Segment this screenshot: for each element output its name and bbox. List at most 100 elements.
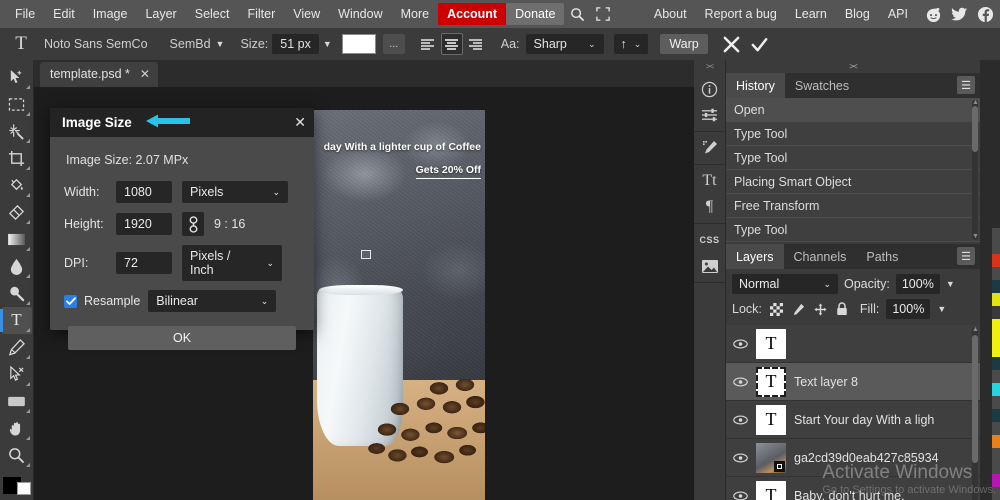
history-item[interactable]: Type Tool: [726, 146, 980, 170]
scroll-down-arrow-icon[interactable]: ▼: [972, 234, 978, 240]
swatch-cell[interactable]: [992, 383, 1000, 396]
layer-thumbnail-text[interactable]: T: [756, 367, 786, 397]
eye-icon[interactable]: [732, 491, 748, 500]
info-icon[interactable]: [696, 76, 724, 102]
menu-item-filter[interactable]: Filter: [238, 3, 284, 25]
width-unit-select[interactable]: Pixels ⌄: [182, 181, 288, 203]
panel-collapse-toggle[interactable]: ><: [726, 60, 980, 73]
font-size-input[interactable]: 51 px: [272, 34, 319, 54]
layer-row[interactable]: T Start Your day With a ligh: [726, 401, 980, 439]
menu-item-select[interactable]: Select: [186, 3, 239, 25]
swatch-cell[interactable]: [992, 396, 1000, 409]
swatch-cell[interactable]: [992, 228, 1000, 241]
layer-thumbnail-text[interactable]: T: [756, 481, 786, 500]
history-item[interactable]: Type Tool: [726, 218, 980, 242]
commit-check-icon[interactable]: [750, 35, 769, 54]
marquee-tool[interactable]: [2, 91, 32, 118]
history-list[interactable]: Open Type Tool Type Tool Placing Smart O…: [726, 98, 980, 242]
image-icon[interactable]: [696, 253, 724, 279]
layer-row[interactable]: T Text layer 8: [726, 363, 980, 401]
dpi-input[interactable]: 72: [116, 252, 172, 274]
swatch-cell[interactable]: [992, 332, 1000, 345]
resample-checkbox[interactable]: [64, 295, 77, 308]
character-icon[interactable]: Tt: [696, 168, 724, 194]
swatch-cell[interactable]: [992, 293, 1000, 306]
fullscreen-icon[interactable]: [590, 3, 616, 25]
scroll-up-arrow-icon[interactable]: ▲: [972, 327, 978, 333]
panel-menu-icon[interactable]: ☰: [957, 247, 975, 265]
move-tool[interactable]: [2, 64, 32, 91]
search-icon[interactable]: [564, 3, 590, 25]
font-weight-selector[interactable]: SemBd ▼: [170, 37, 225, 51]
link-chain-icon[interactable]: [182, 212, 204, 236]
resample-method-select[interactable]: Bilinear ⌄: [148, 290, 276, 312]
magic-wand-tool[interactable]: [2, 118, 32, 145]
layer-name[interactable]: Start Your day With a ligh: [794, 413, 934, 427]
lock-transparency-icon[interactable]: [769, 302, 784, 317]
pen-tool[interactable]: [2, 334, 32, 361]
menu-item-learn[interactable]: Learn: [786, 3, 836, 25]
image-size-dialog[interactable]: Image Size ✕ Image Size: 2.07 MPx Width:…: [50, 108, 314, 330]
swatch-cell[interactable]: [992, 280, 1000, 293]
blur-tool[interactable]: [2, 253, 32, 280]
history-scrollbar-thumb[interactable]: [972, 106, 978, 152]
crop-tool[interactable]: [2, 145, 32, 172]
swatch-cell[interactable]: [992, 422, 1000, 435]
font-family-selector[interactable]: Noto Sans SemCo: [44, 37, 148, 51]
opacity-chevron-down-icon[interactable]: ▼: [946, 279, 955, 289]
menu-item-blog[interactable]: Blog: [836, 3, 879, 25]
antialias-selector[interactable]: Sharp ⌄: [526, 34, 604, 54]
history-scrollbar[interactable]: ▲ ▼: [972, 100, 978, 240]
font-size-chevron-down-icon[interactable]: ▼: [323, 39, 332, 49]
cancel-x-icon[interactable]: [722, 35, 741, 54]
width-input[interactable]: 1080: [116, 181, 172, 203]
layer-name[interactable]: Baby, don't hurt me,: [794, 489, 905, 500]
swatch-cell[interactable]: [992, 306, 1000, 319]
dodge-tool[interactable]: [2, 280, 32, 307]
close-icon[interactable]: ✕: [294, 114, 306, 131]
paint-bucket-tool[interactable]: [2, 172, 32, 199]
menu-item-window[interactable]: Window: [329, 3, 391, 25]
menu-item-report-a-bug[interactable]: Report a bug: [696, 3, 786, 25]
swatch-cell[interactable]: [992, 435, 1000, 448]
history-item[interactable]: Type Tool: [726, 122, 980, 146]
menu-item-account[interactable]: Account: [438, 3, 506, 25]
eye-icon[interactable]: [732, 453, 748, 463]
menu-item-edit[interactable]: Edit: [44, 3, 84, 25]
tab-channels[interactable]: Channels: [784, 244, 857, 269]
tab-history[interactable]: History: [726, 73, 785, 98]
document-tab[interactable]: template.psd * ✕: [40, 62, 158, 87]
lock-pixels-icon[interactable]: [791, 302, 806, 317]
background-color-chip[interactable]: [17, 482, 31, 495]
layer-thumbnail-text[interactable]: T: [756, 405, 786, 435]
swatch-cell[interactable]: [992, 357, 1000, 370]
align-center-icon[interactable]: [441, 33, 463, 55]
panel-menu-icon[interactable]: ☰: [957, 76, 975, 94]
dpi-unit-select[interactable]: Pixels / Inch ⌄: [182, 245, 282, 281]
artboard[interactable]: day With a lighter cup of Coffee Gets 20…: [313, 110, 485, 500]
layers-scrollbar-thumb[interactable]: [972, 335, 978, 463]
eye-icon[interactable]: [732, 339, 748, 349]
layer-row[interactable]: T: [726, 325, 980, 363]
brush-settings-icon[interactable]: [696, 135, 724, 161]
gradient-tool[interactable]: [2, 226, 32, 253]
lock-all-icon[interactable]: [835, 302, 850, 317]
blend-mode-select[interactable]: Normal ⌄: [732, 274, 838, 294]
more-options-button[interactable]: ...: [383, 34, 405, 54]
layer-row[interactable]: T Baby, don't hurt me,: [726, 477, 980, 500]
history-item[interactable]: Placing Smart Object: [726, 170, 980, 194]
fill-value[interactable]: 100%: [886, 299, 930, 319]
dialog-title-bar[interactable]: Image Size ✕: [50, 108, 314, 137]
zoom-tool[interactable]: [2, 442, 32, 469]
menu-item-layer[interactable]: Layer: [136, 3, 185, 25]
layer-name[interactable]: ga2cd39d0eab427c85934: [794, 451, 939, 465]
resample-label[interactable]: Resample: [84, 294, 140, 308]
layer-list[interactable]: T T Text layer 8 T Start Your day With a…: [726, 325, 980, 500]
swatch-cell[interactable]: [992, 241, 1000, 254]
hand-tool[interactable]: [2, 415, 32, 442]
shape-tool[interactable]: [2, 388, 32, 415]
reddit-icon[interactable]: [925, 6, 942, 23]
eye-icon[interactable]: [732, 377, 748, 387]
tab-paths[interactable]: Paths: [856, 244, 908, 269]
swatch-cell[interactable]: [992, 461, 1000, 474]
